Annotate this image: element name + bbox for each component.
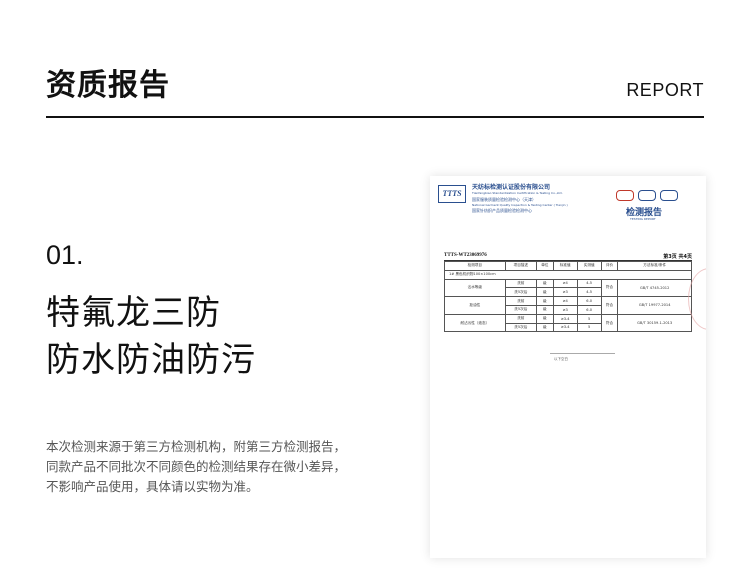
report-number: TTTS-WT23069976 [444,253,487,258]
header-divider [46,116,704,118]
table-header-cell: 检测项目 [444,261,506,271]
feature-description: 本次检测来源于第三方检测机构，附第三方检测报告， 同款产品不同批次不同颜色的检测… [46,437,396,497]
table-cell: 4-5 [576,287,602,298]
table-header-cell: 项目描述 [504,261,537,271]
table-header-cell: 单位 [535,261,554,271]
table-cell: 洗前 [504,296,537,306]
table-row: 沾水等级 洗前 级 ≥4 4-5 符合 GB/T 4745-2012 [444,278,692,298]
table-header-cell: 方法标准/条件 [617,261,692,271]
cal-mark-icon [638,190,656,201]
org-name: 天纺标检测认证股份有限公司 [472,184,551,191]
table-cell: 符合 [600,296,619,315]
table-cell: ≥3-4 [552,322,578,333]
feature-headline: 特氟龙三防 防水防油防污 [46,290,256,384]
table-cell: 级 [535,296,554,306]
cnas-mark-icon [660,190,678,201]
table-cell: 符合 [600,278,619,298]
table-cell: 级 [535,322,554,333]
table-cell: ≥3 [552,287,578,298]
table-cell: 符合 [600,313,619,333]
table-cell: ≥4 [552,278,578,289]
table-cell: 4-5 [576,278,602,289]
certification-marks [616,186,696,201]
test-results-table: 检测项目 项目描述 单位 标准值 实测值 评价 方法标准/条件 1# 黑色机织物… [444,261,692,333]
table-cell: ≥3-4 [552,313,578,324]
document-footer: 以下空白 [554,357,568,361]
report-label: REPORT [626,80,704,100]
table-cell: 洗5次后 [504,304,537,315]
document-heading-en: TESTING REPORT [630,217,656,221]
org-line3: 国家针纺织产品质量检验检测中心 [472,208,532,213]
table-cell: 级 [535,278,554,289]
table-header-cell: 评价 [600,261,619,271]
headline-line-2: 防水防油防污 [46,340,256,380]
table-header-cell: 标准值 [552,261,578,271]
test-report-document[interactable]: TTTS 天纺标检测认证股份有限公司 Tianfangbiao Standard… [430,176,706,558]
description-line-2: 同款产品不同批次不同颜色的检测结果存在微小差异， [46,459,347,474]
table-cell: 级 [535,313,554,324]
cma-mark-icon [616,190,634,201]
page-title: 资质报告 [46,68,170,103]
feature-number: 01. [46,240,84,270]
table-cell: 洗5次后 [504,322,537,333]
table-cell: 沾水等级 [444,278,506,298]
table-header-row: 检测项目 项目描述 单位 标准值 实测值 评价 方法标准/条件 [444,261,692,271]
table-cell: GB/T 30159.1-2013 [617,313,692,333]
table-cell: ≥3 [552,304,578,315]
description-line-3: 不影响产品使用，具体请以实物为准。 [46,479,259,494]
table-cell: 级 [535,304,554,315]
table-cell: GB/T 4745-2012 [617,278,692,298]
table-header-cell: 实测值 [576,261,602,271]
org-logo: TTTS [438,185,466,203]
table-cell: 6.0 [576,304,602,315]
table-cell: 5 [576,322,602,333]
table-cell: GB/T 19977-2014 [617,296,692,315]
table-cell: 拒油性 [444,296,506,315]
table-row: 耐沾污性（液态） 洗前 级 ≥3-4 5 符合 GB/T 30159.1-201… [444,313,692,333]
table-cell: 耐沾污性（液态） [444,313,506,333]
description-line-1: 本次检测来源于第三方检测机构，附第三方检测报告， [46,439,347,454]
table-cell: 洗5次后 [504,287,537,298]
table-cell: 5 [576,313,602,324]
table-row: 1# 黑色机织物100×100cm [444,269,692,280]
document-foot-line [550,353,615,354]
table-cell: 6.0 [576,296,602,306]
table-row: 拒油性 洗前 级 ≥4 6.0 符合 GB/T 19977-2014 [444,296,692,315]
headline-line-1: 特氟龙三防 [46,293,221,333]
table-cell: 洗前 [504,313,537,324]
table-cell: 级 [535,287,554,298]
page-number: 第3页 共4页 [663,254,692,260]
table-cell: 洗前 [504,278,537,289]
table-cell: ≥4 [552,296,578,306]
org-name-en: Tianfangbiao Standardization Certificati… [472,191,563,195]
sample-description: 1# 黑色机织物100×100cm [444,269,692,280]
org-line2-en: National Garment Quality Inspection & Te… [472,203,568,207]
